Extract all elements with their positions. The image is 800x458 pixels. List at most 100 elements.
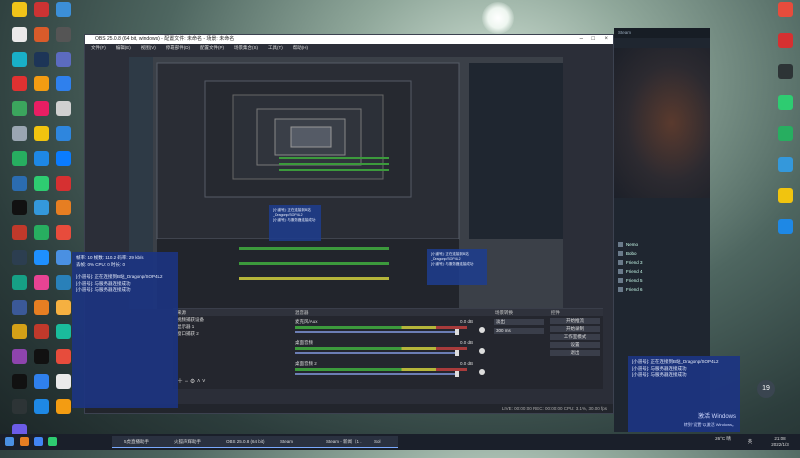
desktop-icon[interactable]	[772, 126, 798, 160]
friend-item[interactable]: Bobo	[618, 251, 708, 258]
app-icon	[11, 225, 27, 241]
speaker-icon[interactable]	[479, 369, 485, 375]
menu-item[interactable]: 编辑(E)	[116, 45, 131, 50]
control-button[interactable]: 工作室模式	[550, 334, 600, 340]
friend-item[interactable]: Friend 3	[618, 260, 708, 267]
app-icon	[11, 324, 27, 340]
app-icon	[55, 374, 71, 389]
mixer-panel: 混音器 麦克风/Aux 0.0 dB 桌面音频 0.0 dB 桌面音频 2 0.0 dB	[291, 308, 491, 389]
speaker-icon[interactable]	[479, 327, 485, 333]
desktop-icon[interactable]	[772, 157, 798, 191]
channel-db: 0.0 dB	[459, 361, 473, 366]
menu-item[interactable]: 帮助(H)	[293, 45, 308, 50]
minimize-icon[interactable]: –	[580, 35, 583, 44]
friend-name: Friend 4	[626, 269, 643, 274]
taskbar-task[interactable]: Sol	[362, 436, 398, 448]
friend-item[interactable]: Friend 5	[618, 278, 708, 285]
notification-line: [小道号]: 与服务器连接成功	[76, 287, 131, 292]
activate-windows-title: 激活 Windows	[697, 413, 736, 420]
source-item[interactable]: 窗口捕获 2	[173, 330, 291, 337]
friend-item[interactable]: Friend 6	[618, 287, 708, 294]
obs-titlebar: OBS 25.0.8 (64 bit, windows) - 配置文件: 未命名…	[85, 35, 613, 44]
desktop-icon[interactable]	[772, 95, 798, 129]
transition-duration[interactable]: 300 ms	[494, 328, 544, 334]
source-toolbar[interactable]: ＋ − ⚙ ˄ ˅	[177, 376, 206, 385]
app-icon	[33, 398, 49, 414]
friend-name: Friend 3	[626, 260, 643, 265]
volume-fader[interactable]	[295, 329, 459, 335]
maximize-icon[interactable]: □	[591, 35, 595, 44]
close-icon[interactable]: ×	[604, 35, 608, 44]
app-icon	[11, 2, 27, 17]
controls-buttons: 开始推流开始录制工作室模式设置退出	[547, 318, 603, 356]
preview-notification: [小道号]: 正在连接到B站_Dragonp/SOP4L2 [小道号]: 与服务…	[427, 249, 487, 285]
app-icon	[33, 324, 49, 340]
sources-panel: 来源 视频捕获设备 显示器 1 窗口捕获 2 ＋ − ⚙ ˄ ˅	[173, 308, 291, 389]
volume-fader[interactable]	[295, 371, 459, 377]
notification-line: [小道号]: 与服务器连接成功	[632, 372, 687, 377]
source-item[interactable]: 显示器 1	[173, 323, 291, 330]
friend-name: Friend 5	[626, 278, 643, 283]
friend-name: Bobo	[626, 251, 637, 256]
source-item[interactable]: 视频捕获设备	[173, 316, 291, 323]
menu-item[interactable]: 场景集合(S)	[234, 45, 258, 50]
friend-item[interactable]: Friend 4	[618, 269, 708, 276]
avatar	[618, 278, 623, 284]
desktop-icon[interactable]	[772, 64, 798, 98]
clock[interactable]: 21:08 2022/1/3	[764, 436, 796, 447]
channel-name: 麦克风/Aux	[295, 319, 318, 324]
transition-select[interactable]: 淡出	[494, 319, 544, 325]
control-button[interactable]: 开始录制	[550, 326, 600, 332]
firefox-icon[interactable]	[20, 437, 29, 446]
controls-panel: 控件 开始推流 开始录制 工作室模式 设置 退出	[547, 308, 603, 389]
start-icon[interactable]	[5, 437, 14, 446]
app-icon	[55, 200, 71, 216]
menu-item[interactable]: 文件(F)	[91, 45, 106, 50]
speaker-icon[interactable]	[479, 348, 485, 354]
control-button[interactable]: 退出	[550, 350, 600, 356]
weather: 26°C 晴	[715, 436, 731, 441]
volume-fader[interactable]	[295, 350, 459, 356]
app-icon	[11, 250, 27, 265]
taskbar-task[interactable]: 火狐声辉助手	[162, 436, 222, 448]
menu-item[interactable]: 配置文件(P)	[200, 45, 224, 50]
control-button[interactable]: 设置	[550, 342, 600, 348]
desktop-icon[interactable]	[772, 219, 798, 253]
app-icon	[55, 299, 71, 315]
app-icon	[55, 349, 71, 365]
app-icon	[777, 2, 793, 17]
app-icon	[55, 274, 71, 290]
menu-item[interactable]: 停靠部件(D)	[166, 45, 190, 50]
desktop-icon[interactable]	[772, 188, 798, 222]
app-icon	[33, 225, 49, 241]
friend-name: Nemo	[626, 242, 639, 247]
app-icon	[33, 76, 49, 92]
floating-badge[interactable]: 19	[757, 380, 775, 398]
app-icon	[33, 274, 49, 290]
taskbar-task[interactable]: OBS 25.0.8 (64 bit)	[214, 436, 276, 448]
steam-game-art	[614, 48, 710, 198]
friend-item[interactable]: Nemo	[618, 242, 708, 249]
app-icon	[777, 33, 793, 48]
language-indicator[interactable]: 英	[745, 439, 755, 445]
clock-date: 2022/1/3	[771, 441, 789, 447]
app-icon	[11, 299, 27, 315]
menu-item[interactable]: 视图(V)	[141, 45, 156, 50]
menu-item[interactable]: 工具(T)	[268, 45, 283, 50]
app-icon	[55, 250, 71, 265]
sources-title: 来源	[173, 309, 291, 316]
desktop-icon[interactable]	[772, 2, 798, 36]
chrome-icon[interactable]	[34, 437, 43, 446]
control-button[interactable]: 开始推流	[550, 318, 600, 324]
obs-preview[interactable]: [小道号]: 正在连接到B站_Dragonp/SOP4L2 [小道号]: 与服务…	[129, 57, 563, 309]
desktop-icon[interactable]	[772, 33, 798, 67]
app-icon	[11, 398, 27, 414]
activate-windows-sub: 转到"设置"以激活 Windows。	[683, 421, 736, 427]
notification-line: [小道号]: 与服务器连接成功	[431, 262, 474, 266]
preview-notification-small: [小道号]: 正在连接到B站_Dragonp/SOP4L2 [小道号]: 与服务…	[269, 205, 321, 241]
obs-menubar: 文件(F) 编辑(E) 视图(V) 停靠部件(D) 配置文件(P) 场景集合(S) 工具(T…	[85, 44, 613, 52]
taskbar: 5虎直播助手 火狐声辉助手 OBS 25.0.8 (64 bit) Steam Stea…	[0, 434, 800, 450]
app-icon[interactable]	[48, 437, 57, 446]
transitions-title: 场景转换	[491, 309, 547, 316]
app-icon	[33, 250, 49, 265]
